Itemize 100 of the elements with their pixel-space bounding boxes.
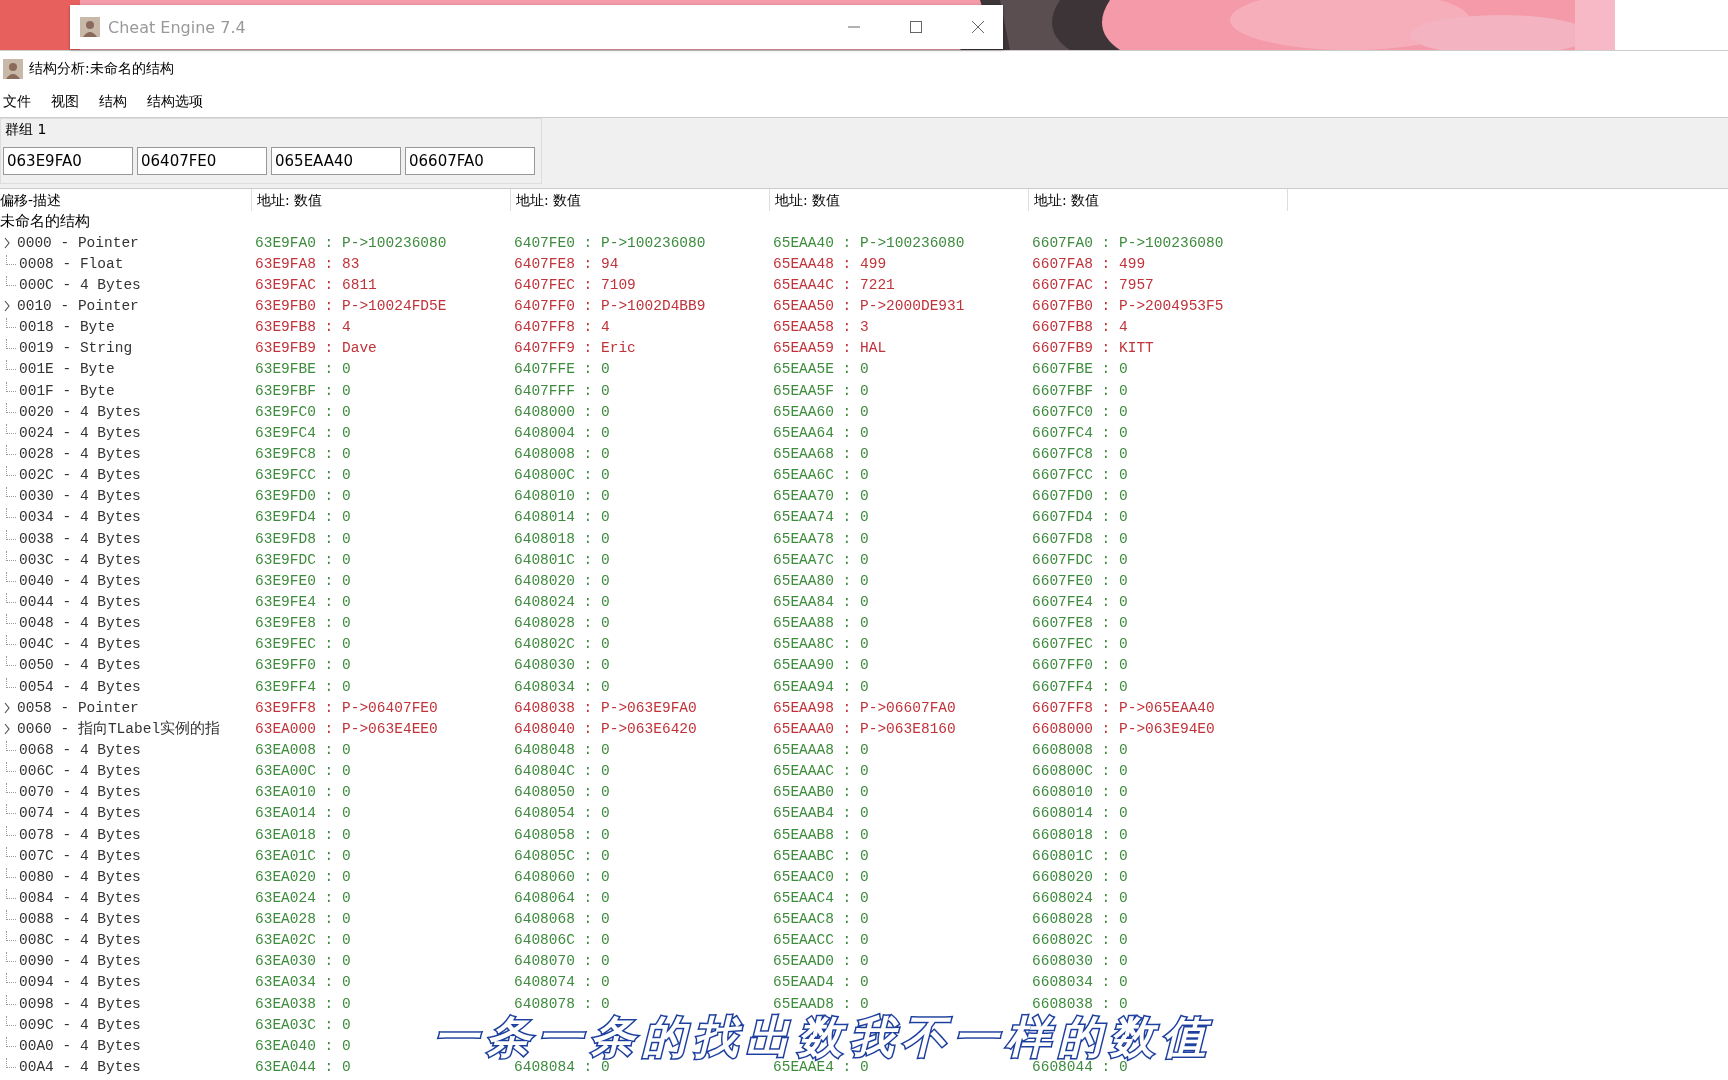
table-cell: 0038 - 4 Bytes bbox=[19, 530, 141, 547]
column-header[interactable]: 地址: 数值 bbox=[770, 189, 1029, 211]
table-cell: 63EA038 : 0 bbox=[255, 995, 351, 1012]
menu-item[interactable]: 结构 bbox=[99, 93, 127, 111]
table-cell: 6608008 : 0 bbox=[1032, 741, 1128, 758]
table-cell: 6607FD8 : 0 bbox=[1032, 530, 1128, 547]
table-cell: 6408084 : 0 bbox=[514, 1059, 610, 1076]
table-cell: 640804C : 0 bbox=[514, 763, 610, 780]
table-cell: 63E9FC0 : 0 bbox=[255, 403, 351, 420]
table-cell: 6607FB0 : P->2004953F5 bbox=[1032, 298, 1224, 314]
table-cell: 63E9FA8 : 83 bbox=[255, 255, 360, 272]
table-cell: 6407FF0 : P->1002D4BB9 bbox=[514, 298, 706, 314]
table-cell: 6608010 : 0 bbox=[1032, 784, 1128, 801]
table-cell: 63E9FDC : 0 bbox=[255, 551, 351, 568]
table-cell: 65EAA60 : 0 bbox=[773, 403, 869, 420]
table-cell: 0078 - 4 Bytes bbox=[19, 826, 141, 843]
table-cell: 0088 - 4 Bytes bbox=[19, 911, 141, 928]
window-title: 结构分析:未命名的结构 bbox=[29, 60, 174, 78]
expand-chevron-icon[interactable] bbox=[3, 300, 11, 312]
table-cell: 640806C : 0 bbox=[514, 932, 610, 949]
address-field[interactable]: 063E9FA0 bbox=[3, 147, 133, 175]
table-cell: 640800C : 0 bbox=[514, 467, 610, 484]
table-cell: 63EA03C : 0 bbox=[255, 1016, 351, 1033]
table-cell: 63E9FF8 : P->06407FE0 bbox=[255, 699, 438, 716]
table-cell: 65EAA80 : 0 bbox=[773, 572, 869, 589]
table-cell: 6408014 : 0 bbox=[514, 509, 610, 526]
table-cell: 63E9FD0 : 0 bbox=[255, 488, 351, 505]
app-icon bbox=[3, 59, 23, 79]
table-cell: 63E9FD8 : 0 bbox=[255, 530, 351, 547]
table-cell: 63E9FE4 : 0 bbox=[255, 593, 351, 610]
tree-root[interactable]: 未命名的结构 bbox=[0, 211, 1728, 232]
table-cell: 63E9FBF : 0 bbox=[255, 382, 351, 399]
table-cell: 6408068 : 0 bbox=[514, 911, 610, 928]
table-cell: 6408040 : P->063E6420 bbox=[514, 720, 697, 737]
table-cell: 6408058 : 0 bbox=[514, 826, 610, 843]
menu-item[interactable]: 视图 bbox=[51, 93, 79, 111]
table-cell: 63E9FBE : 0 bbox=[255, 361, 351, 378]
table-cell: 0044 - 4 Bytes bbox=[19, 593, 141, 610]
table-cell: 6608038 : 0 bbox=[1032, 995, 1128, 1012]
column-header[interactable]: 地址: 数值 bbox=[1029, 189, 1288, 211]
table-cell: 0020 - 4 Bytes bbox=[19, 403, 141, 420]
table-cell: 6607FC4 : 0 bbox=[1032, 424, 1128, 441]
table-cell: 65EAA7C : 0 bbox=[773, 551, 869, 568]
table-cell: 6607FE4 : 0 bbox=[1032, 593, 1128, 610]
menu-item[interactable]: 文件 bbox=[3, 93, 31, 111]
address-field[interactable]: 065EAA40 bbox=[271, 147, 401, 175]
menu-item[interactable]: 结构选项 bbox=[147, 93, 203, 111]
table-cell: 6607FC8 : 0 bbox=[1032, 445, 1128, 462]
table-cell: 0040 - 4 Bytes bbox=[19, 572, 141, 589]
table-cell: 65EAA94 : 0 bbox=[773, 678, 869, 695]
table-cell: 006C - 4 Bytes bbox=[19, 763, 141, 780]
table-cell: 63E9FC4 : 0 bbox=[255, 424, 351, 441]
table-cell: 6408060 : 0 bbox=[514, 868, 610, 885]
table-cell: 65EAA5E : 0 bbox=[773, 361, 869, 378]
table-cell: 6607FC0 : 0 bbox=[1032, 403, 1128, 420]
table-cell: 0010 - Pointer bbox=[17, 298, 139, 314]
expand-chevron-icon[interactable] bbox=[3, 236, 11, 249]
table-cell: 6607FD0 : 0 bbox=[1032, 488, 1128, 505]
table-cell: 6607FBF : 0 bbox=[1032, 382, 1128, 399]
table-cell: 63EA010 : 0 bbox=[255, 784, 351, 801]
column-header[interactable]: 地址: 数值 bbox=[511, 189, 770, 211]
table-cell: 65EAA59 : HAL bbox=[773, 340, 887, 357]
address-field[interactable]: 06407FE0 bbox=[137, 147, 267, 175]
table-cell: 0030 - 4 Bytes bbox=[19, 488, 141, 505]
table-cell: 008C - 4 Bytes bbox=[19, 932, 141, 949]
table-cell: 65EAA64 : 0 bbox=[773, 424, 869, 441]
window-title: Cheat Engine 7.4 bbox=[108, 17, 246, 37]
table-cell: 0070 - 4 Bytes bbox=[19, 784, 141, 801]
table-cell: 65EAAC4 : 0 bbox=[773, 889, 869, 906]
table-cell: 6408064 : 0 bbox=[514, 889, 610, 906]
table-cell: 6407FE8 : 94 bbox=[514, 255, 619, 272]
table-cell: 6407FFE : 0 bbox=[514, 361, 610, 378]
table-cell: 63EA044 : 0 bbox=[255, 1059, 351, 1076]
table-cell: 0034 - 4 Bytes bbox=[19, 509, 141, 526]
table-cell: 660801C : 0 bbox=[1032, 847, 1128, 864]
table-cell: 6608020 : 0 bbox=[1032, 868, 1128, 885]
column-header[interactable]: 地址: 数值 bbox=[252, 189, 511, 211]
table-cell: 0028 - 4 Bytes bbox=[19, 445, 141, 462]
table-cell: 0098 - 4 Bytes bbox=[19, 995, 141, 1012]
maximize-icon[interactable] bbox=[909, 20, 923, 34]
table-cell: 65EAA40 : P->100236080 bbox=[773, 234, 965, 251]
address-field[interactable]: 06607FA0 bbox=[405, 147, 535, 175]
table-cell: 6408020 : 0 bbox=[514, 572, 610, 589]
column-header[interactable]: 偏移-描述 bbox=[0, 189, 252, 211]
table-cell: 0084 - 4 Bytes bbox=[19, 889, 141, 906]
table-cell: 001F - Byte bbox=[19, 382, 115, 399]
table-cell: 63EA02C : 0 bbox=[255, 932, 351, 949]
table-cell: 63EA024 : 0 bbox=[255, 889, 351, 906]
table-cell: 6407FEC : 7109 bbox=[514, 276, 636, 293]
table-cell: 6407FF9 : Eric bbox=[514, 340, 636, 357]
table-cell: 6608024 : 0 bbox=[1032, 889, 1128, 906]
expand-chevron-icon[interactable] bbox=[3, 722, 11, 735]
close-icon[interactable] bbox=[971, 20, 985, 34]
table-cell: 6607FA8 : 499 bbox=[1032, 255, 1146, 272]
table-cell: 0050 - 4 Bytes bbox=[19, 657, 141, 674]
table-cell: 65EAAC8 : 0 bbox=[773, 911, 869, 928]
expand-chevron-icon[interactable] bbox=[3, 701, 11, 714]
table-cell: 6608014 : 0 bbox=[1032, 805, 1128, 822]
table-cell: 65EAA50 : P->2000DE931 bbox=[773, 298, 965, 314]
table-cell: 6408048 : 0 bbox=[514, 741, 610, 758]
